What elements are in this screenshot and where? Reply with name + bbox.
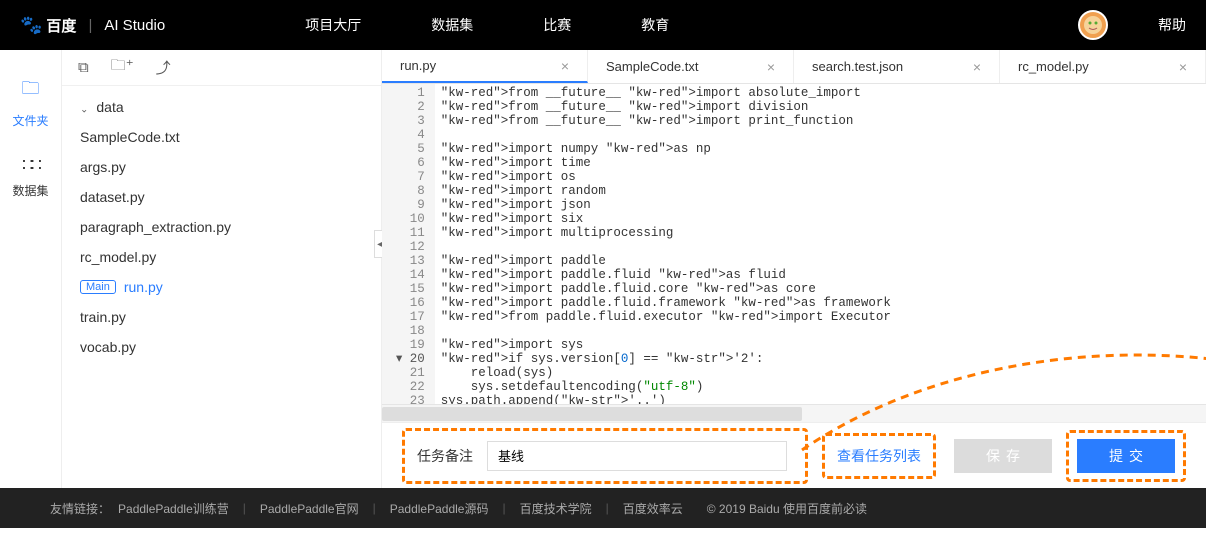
avatar[interactable]: [1078, 10, 1108, 40]
rail-files[interactable]: 🗀 文件夹: [0, 68, 61, 137]
close-icon[interactable]: ×: [1179, 59, 1187, 75]
close-icon[interactable]: ×: [973, 59, 981, 75]
file-paragraph[interactable]: paragraph_extraction.py: [62, 212, 381, 242]
nav-help[interactable]: 帮助: [1158, 15, 1186, 35]
line-gutter: 12345678910111213141516171819▾ 202122232…: [382, 84, 435, 404]
logo[interactable]: 🐾百度 | AI Studio: [20, 15, 165, 36]
rail-datasets-label: 数据集: [12, 182, 48, 199]
task-note-input[interactable]: [487, 441, 787, 471]
footer-link-3[interactable]: PaddlePaddle源码: [390, 500, 489, 517]
logo-divider: |: [88, 17, 92, 34]
submit-highlight: 提交: [1066, 430, 1186, 482]
footer-link-5[interactable]: 百度效率云: [623, 500, 683, 517]
paw-icon: 🐾: [20, 15, 42, 36]
tab-samplecode[interactable]: SampleCode.txt×: [588, 50, 794, 83]
submit-button[interactable]: 提交: [1077, 439, 1175, 473]
main-tag: Main: [80, 280, 116, 294]
view-tasks-link[interactable]: 查看任务列表: [837, 448, 921, 464]
close-icon[interactable]: ×: [561, 58, 569, 74]
brand-studio: AI Studio: [104, 17, 165, 34]
footer-friendly: 友情链接：: [50, 500, 110, 517]
brand-baidu: 百度: [46, 15, 76, 36]
nav-education[interactable]: 教育: [641, 15, 669, 35]
task-note-label: 任务备注: [417, 446, 473, 466]
left-rail: 🗀 文件夹 ∷∷ 数据集: [0, 50, 62, 488]
action-bar: 任务备注 查看任务列表 保存 提交: [382, 422, 1206, 488]
tab-searchtest[interactable]: search.test.json×: [794, 50, 1000, 83]
footer-link-2[interactable]: PaddlePaddle官网: [260, 500, 359, 517]
footer: 友情链接： PaddlePaddle训练营| PaddlePaddle官网| P…: [0, 488, 1206, 528]
editor-hscrollbar[interactable]: [382, 404, 1206, 422]
file-vocab[interactable]: vocab.py: [62, 332, 381, 362]
folder-data[interactable]: data: [62, 92, 381, 122]
nav-projects[interactable]: 项目大厅: [305, 15, 361, 35]
file-explorer: ⧉ 🗀⁺ ⤴ data SampleCode.txt args.py datas…: [62, 50, 382, 488]
editor-tabs: run.py× SampleCode.txt× search.test.json…: [382, 50, 1206, 84]
tab-run[interactable]: run.py×: [382, 50, 588, 83]
close-icon[interactable]: ×: [767, 59, 775, 75]
top-nav: 🐾百度 | AI Studio 项目大厅 数据集 比赛 教育 帮助: [0, 0, 1206, 50]
new-folder-icon[interactable]: 🗀⁺: [111, 55, 134, 80]
file-train[interactable]: train.py: [62, 302, 381, 332]
new-file-icon[interactable]: ⧉: [78, 59, 89, 76]
file-samplecode[interactable]: SampleCode.txt: [62, 122, 381, 152]
nav-competition[interactable]: 比赛: [543, 15, 571, 35]
rail-datasets[interactable]: ∷∷ 数据集: [0, 147, 61, 207]
file-dataset[interactable]: dataset.py: [62, 182, 381, 212]
save-button[interactable]: 保存: [954, 439, 1052, 473]
rail-files-label: 文件夹: [12, 112, 48, 129]
nav-datasets[interactable]: 数据集: [431, 15, 473, 35]
dataset-icon: ∷∷: [22, 155, 39, 176]
code-content[interactable]: "kw-red">from __future__ "kw-red">import…: [435, 84, 1206, 404]
monkey-avatar-icon: [1083, 15, 1103, 35]
tab-rcmodel[interactable]: rc_model.py×: [1000, 50, 1206, 83]
footer-link-1[interactable]: PaddlePaddle训练营: [118, 500, 229, 517]
editor-area: ◀ run.py× SampleCode.txt× search.test.js…: [382, 50, 1206, 488]
upload-icon[interactable]: ⤴: [156, 57, 171, 78]
task-note-highlight: 任务备注: [402, 428, 808, 484]
folder-icon: 🗀: [22, 76, 40, 106]
file-rcmodel[interactable]: rc_model.py: [62, 242, 381, 272]
view-tasks-highlight: 查看任务列表: [822, 433, 936, 479]
footer-link-4[interactable]: 百度技术学院: [520, 500, 592, 517]
footer-copyright: © 2019 Baidu 使用百度前必读: [707, 500, 867, 517]
file-args[interactable]: args.py: [62, 152, 381, 182]
file-run[interactable]: Main run.py: [62, 272, 381, 302]
